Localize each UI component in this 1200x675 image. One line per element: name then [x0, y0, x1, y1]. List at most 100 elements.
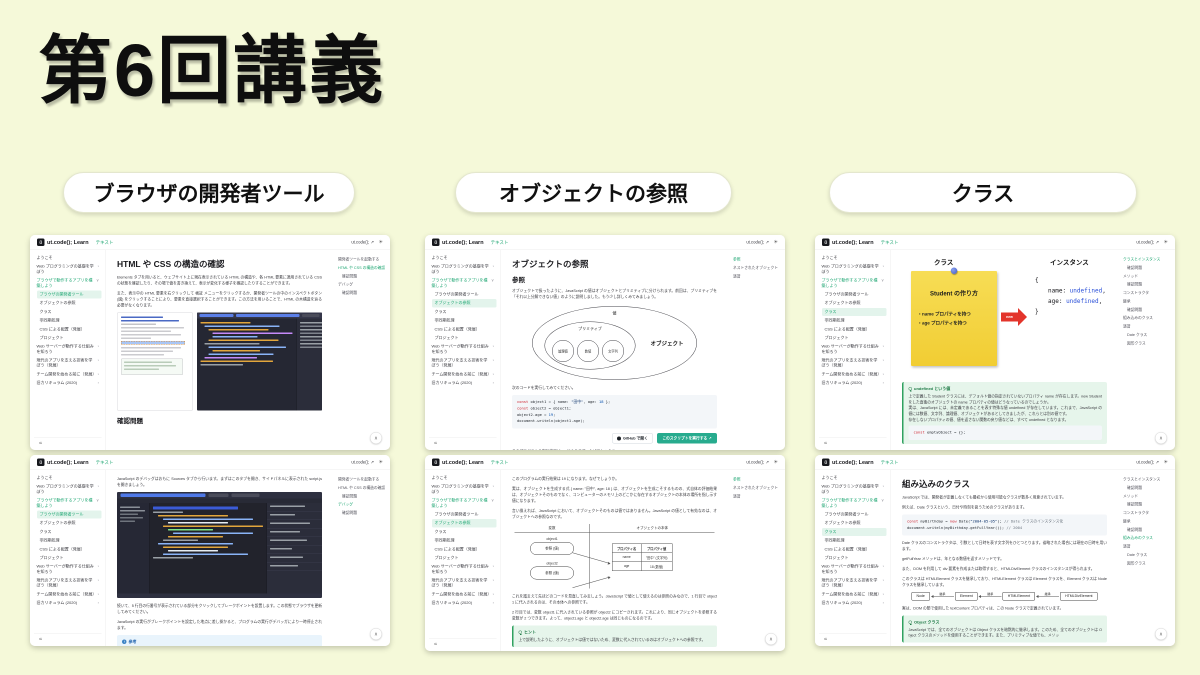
nav-text-link[interactable]: テキスト	[881, 459, 899, 466]
sidebar-collapse-button[interactable]: «	[429, 437, 497, 448]
sidebar-item[interactable]: オブジェクトの参照	[37, 299, 102, 307]
toc-item[interactable]: 継承	[1123, 519, 1171, 524]
scroll-top-button[interactable]: ∧	[765, 633, 777, 645]
toc-item[interactable]: 確認問題	[1127, 502, 1171, 507]
sidebar-item[interactable]: オブジェクトの参照	[37, 519, 102, 527]
sidebar-item[interactable]: Web サーバーが動作する仕組みを知ろう ›	[429, 343, 497, 356]
sidebar-item[interactable]: 旧カリキュラム (2020) ›	[819, 599, 887, 607]
toc-item[interactable]: 確認問題	[1127, 265, 1171, 270]
sidebar-item[interactable]: 非同期処理	[432, 317, 497, 325]
sidebar-item[interactable]: 現代のアプリを支える技術を学ぼう（発展） ›	[429, 577, 497, 590]
sidebar-item[interactable]: チーム開発を始める前に（発展） ›	[819, 590, 887, 598]
sidebar-item[interactable]: 旧カリキュラム (2020) ›	[819, 379, 887, 387]
toc-item[interactable]: メソッド	[1123, 274, 1171, 279]
sidebar-item[interactable]: ブラウザで動作するアプリを構築しよう ∨	[429, 277, 497, 290]
nav-text-link[interactable]: テキスト	[491, 239, 509, 246]
external-site-link[interactable]: ut.code(); ↗	[1136, 460, 1159, 466]
sidebar-item[interactable]: オブジェクトの参照	[822, 519, 887, 527]
sidebar-item[interactable]: ブラウザの開発者ツール	[432, 510, 497, 518]
sidebar-item[interactable]: クラス	[822, 527, 887, 537]
sidebar-item[interactable]: Web プログラミングの基礎を学ぼう ›	[819, 263, 887, 276]
sidebar-item[interactable]: ブラウザの開発者ツール	[822, 510, 887, 518]
external-site-link[interactable]: ut.code(); ↗	[746, 460, 769, 466]
toc-item[interactable]: デバッグ	[338, 282, 386, 287]
toc-item[interactable]: Date クラス	[1127, 332, 1171, 337]
toc-item[interactable]: 演習	[733, 494, 781, 499]
sidebar-collapse-button[interactable]: «	[34, 437, 102, 448]
sidebar-item[interactable]: Web プログラミングの基礎を学ぼう ›	[429, 483, 497, 496]
sidebar-item[interactable]: ブラウザで動作するアプリを構築しよう ∨	[34, 277, 102, 290]
toc-item[interactable]: コンストラクタ	[1123, 291, 1171, 296]
toc-item[interactable]: 組み込みのクラス	[1123, 536, 1171, 541]
toc-item[interactable]: 確認問題	[342, 511, 386, 516]
nav-text-link[interactable]: テキスト	[96, 459, 114, 466]
sidebar-item[interactable]: ようこそ	[34, 474, 102, 482]
sidebar-item[interactable]: 非同期処理	[432, 537, 497, 545]
scroll-top-button[interactable]: ∧	[370, 432, 382, 444]
sidebar-item[interactable]: オブジェクトの参照	[432, 519, 497, 528]
sidebar-item[interactable]: 旧カリキュラム (2020) ›	[429, 379, 497, 387]
sidebar-item[interactable]: ブラウザの開発者ツール	[822, 290, 887, 298]
toc-item[interactable]: 図形クラス	[1127, 561, 1171, 566]
sidebar-item[interactable]: CSS による配置（発展）	[822, 545, 887, 553]
scroll-top-button[interactable]: ∧	[1155, 432, 1167, 444]
sidebar-collapse-button[interactable]: «	[429, 638, 497, 649]
sidebar-item[interactable]: チーム開発を始める前に（発展） ›	[819, 370, 887, 378]
sidebar-item[interactable]: 旧カリキュラム (2020) ›	[34, 379, 102, 387]
scroll-top-button[interactable]: ∧	[370, 628, 382, 640]
toc-item[interactable]: 確認問題	[342, 291, 386, 296]
toc-item[interactable]: ネストされたオブジェクト	[733, 485, 781, 490]
sidebar-item[interactable]: Web プログラミングの基礎を学ぼう ›	[34, 263, 102, 276]
toc-item[interactable]: 組み込みのクラス	[1123, 316, 1171, 321]
sidebar-item[interactable]: ようこそ	[819, 254, 887, 262]
toc-item[interactable]: 開発者ツールを起動する	[338, 257, 386, 262]
sidebar-item[interactable]: CSS による配置（発展）	[37, 325, 102, 333]
sidebar-item[interactable]: ブラウザの開発者ツール	[37, 510, 102, 519]
toc-item[interactable]: 確認問題	[1127, 527, 1171, 532]
sidebar-item[interactable]: Web サーバーが動作する仕組みを知ろう ›	[34, 563, 102, 576]
sidebar-item[interactable]: チーム開発を始める前に（発展） ›	[34, 370, 102, 378]
sidebar-item[interactable]: 非同期処理	[822, 537, 887, 545]
sidebar-item[interactable]: 非同期処理	[822, 317, 887, 325]
sidebar-item[interactable]: クラス	[37, 528, 102, 536]
sidebar-collapse-button[interactable]: «	[819, 437, 887, 448]
toc-item[interactable]: 確認問題	[1127, 485, 1171, 490]
sidebar-collapse-button[interactable]: «	[819, 633, 887, 644]
sidebar-item[interactable]: チーム開発を始める前に（発展） ›	[34, 590, 102, 598]
toc-item[interactable]: HTML や CSS の構造の確認	[338, 265, 386, 270]
toc-item[interactable]: コンストラクタ	[1123, 511, 1171, 516]
sidebar-item[interactable]: ようこそ	[429, 254, 497, 262]
toc-item[interactable]: 確認問題	[342, 274, 386, 279]
sidebar-item[interactable]: Web サーバーが動作する仕組みを知ろう ›	[34, 343, 102, 356]
sidebar-item[interactable]: プロジェクト	[822, 334, 887, 342]
sidebar-item[interactable]: Web サーバーが動作する仕組みを知ろう ›	[429, 563, 497, 576]
theme-toggle-icon[interactable]: ☀	[379, 240, 383, 246]
toc-item[interactable]: 参照	[733, 257, 781, 262]
toc-item[interactable]: クラスとインスタンス	[1123, 477, 1171, 482]
sidebar-item[interactable]: プロジェクト	[822, 554, 887, 562]
sidebar-item[interactable]: チーム開発を始める前に（発展） ›	[429, 370, 497, 378]
sidebar-item[interactable]: ブラウザの開発者ツール	[432, 290, 497, 298]
theme-toggle-icon[interactable]: ☀	[1164, 240, 1168, 246]
theme-toggle-icon[interactable]: ☀	[1164, 460, 1168, 466]
toc-item[interactable]: ネストされたオブジェクト	[733, 265, 781, 270]
sidebar-item[interactable]: ブラウザで動作するアプリを構築しよう ∨	[819, 497, 887, 510]
sidebar-collapse-button[interactable]: «	[34, 633, 102, 644]
sidebar-item[interactable]: 非同期処理	[37, 537, 102, 545]
toc-item[interactable]: 継承	[1123, 299, 1171, 304]
sidebar-item[interactable]: Web プログラミングの基礎を学ぼう ›	[819, 483, 887, 496]
sidebar-item[interactable]: Web サーバーが動作する仕組みを知ろう ›	[819, 563, 887, 576]
theme-toggle-icon[interactable]: ☀	[774, 460, 778, 466]
toc-item[interactable]: 演習	[1123, 544, 1171, 549]
sidebar-item[interactable]: ようこそ	[34, 254, 102, 262]
sidebar-item[interactable]: ようこそ	[819, 474, 887, 482]
sidebar-item[interactable]: ブラウザで動作するアプリを構築しよう ∨	[34, 497, 102, 510]
sidebar-item[interactable]: ブラウザで動作するアプリを構築しよう ∨	[819, 277, 887, 290]
sidebar-item[interactable]: プロジェクト	[432, 334, 497, 342]
toc-item[interactable]: クラスとインスタンス	[1123, 257, 1171, 262]
toc-item[interactable]: 確認問題	[1127, 282, 1171, 287]
nav-text-link[interactable]: テキスト	[881, 239, 899, 246]
sidebar-item[interactable]: ようこそ	[429, 474, 497, 482]
toc-item[interactable]: メソッド	[1123, 494, 1171, 499]
toc-item[interactable]: 確認問題	[1127, 307, 1171, 312]
